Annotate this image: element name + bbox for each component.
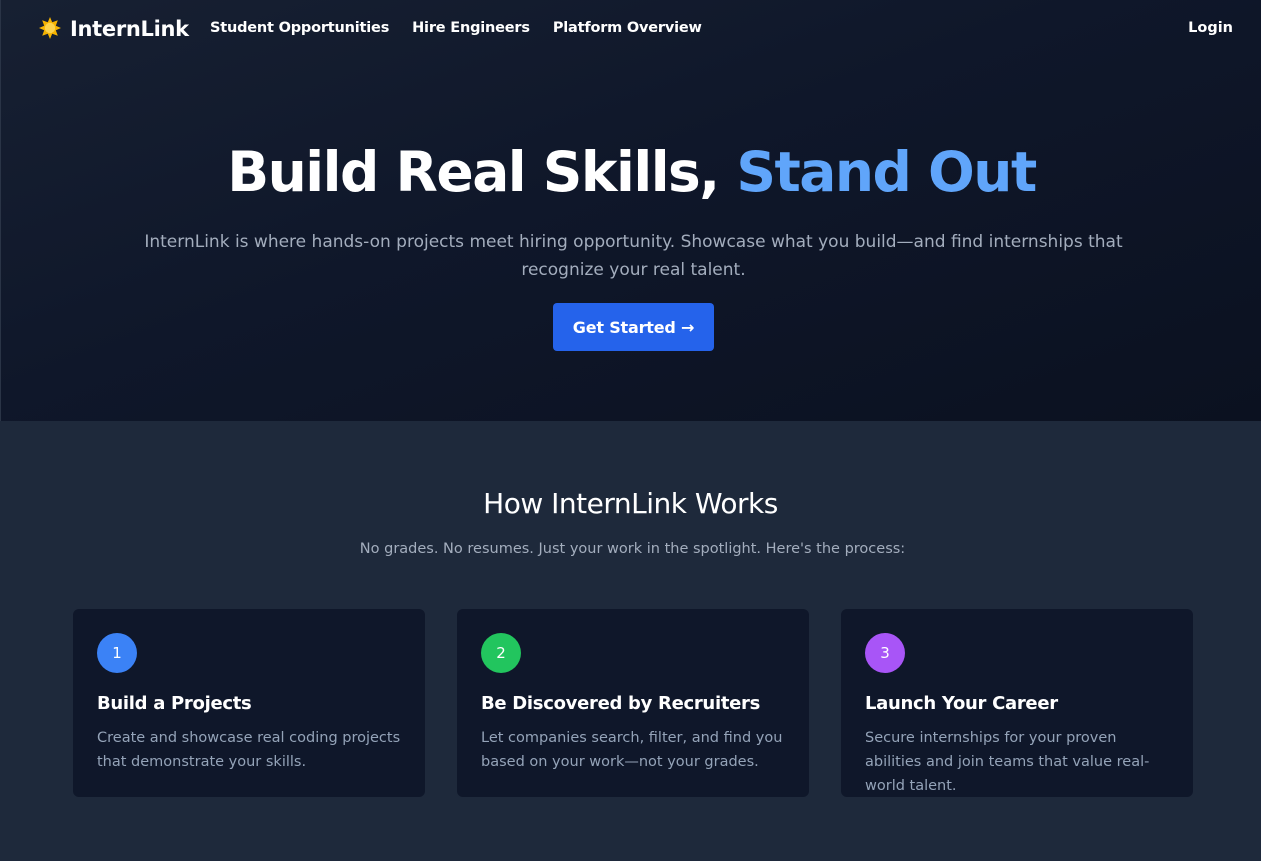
step-card-3: 3 Launch Your Career Secure internships … — [841, 609, 1193, 797]
step-number-badge: 1 — [97, 633, 137, 673]
hero-headline: Build Real Skills, Stand Out — [1, 140, 1261, 204]
nav-links: Student Opportunities Hire Engineers Pla… — [210, 20, 725, 36]
sun-icon — [37, 16, 63, 42]
section-title: How InternLink Works — [483, 487, 778, 520]
step-description: Let companies search, filter, and find y… — [481, 730, 783, 770]
nav-link-student-opportunities[interactable]: Student Opportunities — [210, 20, 389, 36]
step-card-1: 1 Build a Projects Create and showcase r… — [73, 609, 425, 797]
nav-link-platform-overview[interactable]: Platform Overview — [553, 20, 702, 36]
hero-subtext: InternLink is where hands-on projects me… — [144, 232, 1123, 280]
logo[interactable]: InternLink — [37, 16, 189, 42]
logo-text: InternLink — [70, 17, 189, 41]
top-nav: InternLink Student Opportunities Hire En… — [1, 0, 1261, 60]
step-title: Be Discovered by Recruiters — [481, 693, 761, 714]
hero-section: InternLink Student Opportunities Hire En… — [0, 0, 1261, 421]
step-number-badge: 3 — [865, 633, 905, 673]
nav-link-hire-engineers[interactable]: Hire Engineers — [412, 20, 530, 36]
step-description: Secure internships for your proven abili… — [865, 730, 1150, 794]
step-title: Launch Your Career — [865, 693, 1058, 714]
login-link[interactable]: Login — [1188, 20, 1233, 36]
step-description: Create and showcase real coding projects… — [97, 730, 401, 770]
headline-accent: Stand Out — [736, 140, 1037, 204]
how-it-works-section: How InternLink Works No grades. No resum… — [0, 421, 1261, 861]
section-subtitle: No grades. No resumes. Just your work in… — [359, 541, 906, 557]
step-card-2: 2 Be Discovered by Recruiters Let compan… — [457, 609, 809, 797]
step-title: Build a Projects — [97, 693, 252, 714]
headline-main: Build Real Skills, — [227, 140, 720, 204]
get-started-button[interactable]: Get Started → — [553, 303, 714, 351]
step-number-badge: 2 — [481, 633, 521, 673]
